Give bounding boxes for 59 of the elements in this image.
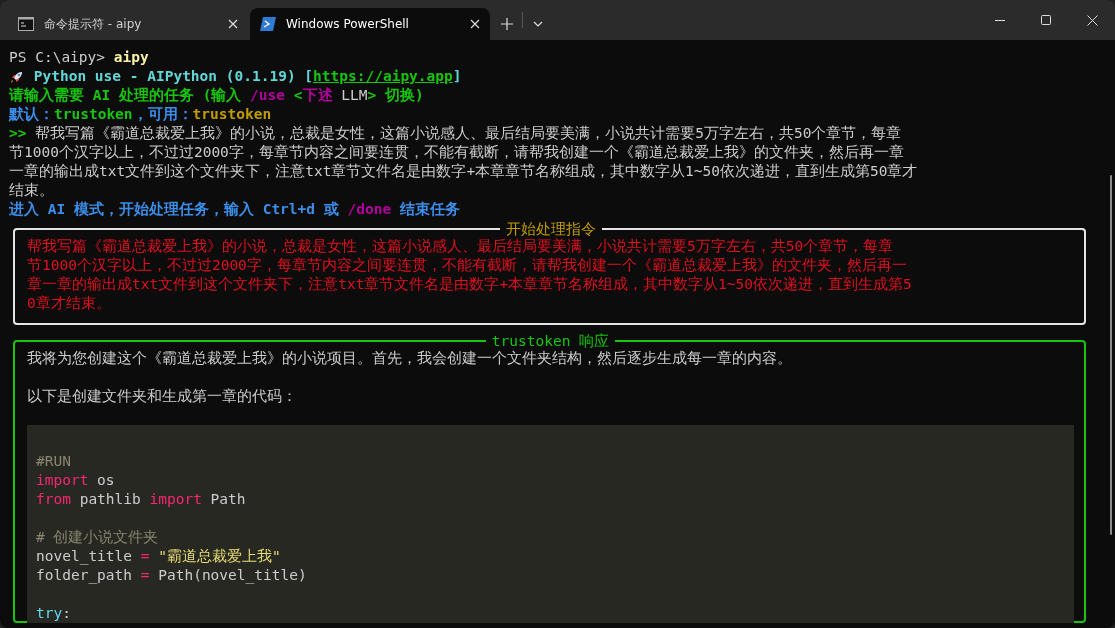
scrollbar-thumb[interactable]: [1109, 175, 1112, 535]
terminal-text: 进入 AI 模式，开始处理任务，输入 Ctrl+d 或: [9, 200, 340, 219]
terminal-text: 默认：: [9, 105, 54, 124]
close-icon[interactable]: [1086, 14, 1098, 26]
terminal-text: 结束任务: [398, 200, 460, 219]
code-text: pathlib: [78, 491, 142, 507]
panel-title: trustoken 响应: [490, 333, 611, 349]
close-icon[interactable]: [228, 19, 238, 29]
maximize-icon[interactable]: [1041, 15, 1051, 25]
terminal-text: 一章的输出成txt文件到这个文件夹下，注意txt章节文件名是由数字+本章章节名称组成，其中数字从1~50依次递进，直到生成第50章才: [9, 162, 918, 181]
tab[interactable]: Windows PowerShell: [250, 8, 490, 40]
code-text: os: [96, 472, 115, 488]
code-text: =: [140, 548, 150, 564]
close-icon[interactable]: [470, 19, 480, 29]
instruction-text: 帮我写篇《霸道总裁爱上我》的小说，总裁是女性，这篇小说感人、最后结局要美满，小说共计需要5万字左右，共50个章节，每章: [27, 237, 895, 256]
instruction-text: 章一章的输出成txt文件到这个文件夹下，注意txt章节文件名是由数字+本章章节名称组成，其中数字从1~50依次递进，直到生成第5: [27, 275, 913, 294]
console-icon: [18, 17, 34, 31]
terminal-text: >>: [9, 124, 28, 143]
code-text: :: [62, 605, 71, 621]
response-text: 以下是创建文件夹和生成第一章的代码：: [27, 387, 298, 406]
shell-icon: [260, 17, 276, 31]
terminal-text: /use: [250, 86, 286, 105]
chevron-down-icon[interactable]: [533, 21, 543, 27]
terminal-text: 节1000个汉字以上，不过过2000字，每章节内容之间要连贯，不能有截断，请帮我创建一个《霸道总裁爱上我》的文件夹，然后再一章: [9, 143, 904, 162]
code-text: "霸道总裁爱上我": [157, 548, 281, 564]
terminal-text: LLM: [340, 86, 368, 105]
terminal-text: 帮我写篇《霸道总裁爱上我》的小说，总裁是女性，这篇小说感人、最后结局要美满，小说共计需要5万字左右，共50个章节，每章: [35, 124, 902, 143]
terminal-text: 请输入需要 AI 处理的任务 (输入: [9, 86, 243, 105]
instruction-text: 0章才结束。: [27, 294, 112, 313]
terminal-text: > 切换): [367, 86, 424, 105]
code-text: novel_title: [36, 548, 134, 564]
code-text: #RUN: [36, 453, 71, 469]
terminal-text: ]: [452, 67, 462, 86]
terminal-text: <: [292, 86, 303, 105]
response-text: 我将为您创建这个《霸道总裁爱上我》的小说项目。首先，我会创建一个文件夹结构，然后逐步生成每一章的内容。: [27, 349, 793, 368]
code-text: from: [36, 491, 71, 507]
instruction-text: 节1000个汉字以上，不过过2000字，每章节内容之间要连贯，不能有截断，请帮我创建一个《霸道总裁爱上我》的文件夹，然后再一: [27, 256, 908, 275]
terminal-text: 下述: [302, 86, 333, 105]
terminal-text: Python use - AIPython (0.1.19) [: [32, 67, 314, 86]
panel-title: 开始处理指令: [504, 221, 597, 237]
code-text: =: [140, 567, 150, 583]
code-text: folder_path: [36, 567, 134, 583]
link[interactable]: https://aipy.app: [313, 67, 453, 86]
terminal-text: ，可用：: [132, 105, 193, 124]
code-text: Path: [209, 491, 246, 507]
code-text: Path(novel_title): [157, 567, 307, 583]
terminal-text: PS C:\aipy>: [9, 48, 107, 67]
minimize-icon[interactable]: [995, 19, 1005, 21]
code-text: import: [36, 472, 89, 488]
terminal-text: trustoken: [192, 105, 272, 124]
code-text: import: [149, 491, 202, 507]
code-text: # 创建小说文件夹: [36, 529, 159, 545]
terminal-text: aipy: [113, 48, 149, 67]
terminal-text: /done: [347, 200, 392, 219]
terminal-text: 结束。: [9, 181, 54, 200]
terminal-text: trustoken: [54, 105, 133, 124]
plus-icon[interactable]: [501, 18, 513, 30]
code-text: try: [36, 605, 63, 621]
tab[interactable]: 命令提示符 - aipy: [8, 8, 248, 40]
